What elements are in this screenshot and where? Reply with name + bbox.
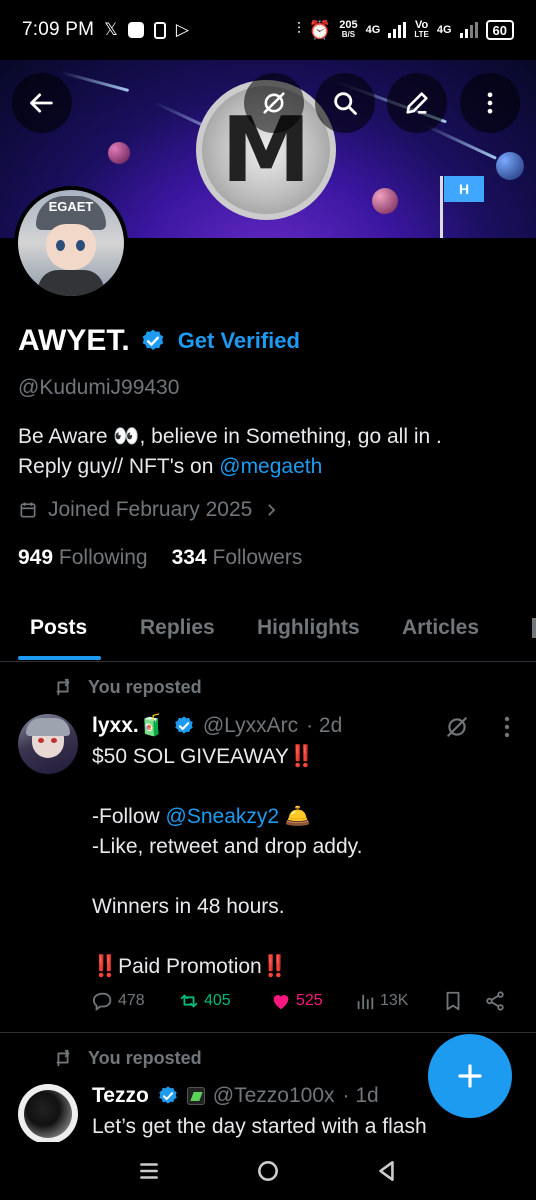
post-line: Winners in 48 hours.: [92, 895, 285, 918]
repost-indicator: You reposted: [52, 1047, 202, 1069]
post-line: ‼️Paid Promotion‼️: [92, 955, 288, 978]
post-time: · 1d: [342, 1084, 379, 1107]
get-verified-link[interactable]: Get Verified: [178, 328, 300, 354]
plus-icon: [458, 1064, 482, 1088]
joined-date: Joined February 2025: [48, 498, 253, 521]
post-header: Tezzo @Tezzo100x · 1d: [92, 1084, 379, 1108]
post-author-handle[interactable]: @LyxxArc: [203, 714, 298, 738]
profile-avatar[interactable]: EGAET: [14, 186, 128, 300]
post-time: · 2d: [306, 714, 343, 737]
alarm-icon: ⏰: [308, 19, 332, 40]
bio-mention-link[interactable]: @megaeth: [219, 455, 322, 478]
post-line: -Follow @Sneakzy2 🛎️: [92, 805, 312, 828]
battery-indicator: 60: [485, 20, 514, 40]
x-logo-icon: 𝕏: [104, 20, 118, 39]
profile-handle: @KudumiJ99430: [18, 376, 180, 399]
post-text: $50 SOL GIVEAWAY‼️ -Follow @Sneakzy2 🛎️ …: [92, 742, 492, 982]
post-line: $50 SOL GIVEAWAY‼️: [92, 745, 316, 768]
more-button[interactable]: [460, 73, 520, 133]
following-link[interactable]: 949 Following: [18, 546, 148, 570]
system-nav-bar: [0, 1142, 536, 1200]
joined-row[interactable]: Joined February 2025: [18, 498, 280, 522]
back-triangle-icon[interactable]: [374, 1158, 400, 1184]
repost-icon: [180, 994, 198, 1008]
post-header: lyxx.🧃 @LyxxArc · 2d: [92, 714, 342, 738]
edit-button[interactable]: [387, 73, 447, 133]
compose-post-button[interactable]: [428, 1034, 512, 1118]
vibrate-icon: ⫶: [296, 21, 301, 38]
followers-link[interactable]: 334 Followers: [172, 546, 303, 570]
post-author-name[interactable]: Tezzo: [92, 1084, 149, 1108]
share-button[interactable]: [484, 990, 506, 1012]
grok-icon[interactable]: [444, 714, 470, 740]
bookmark-button[interactable]: [442, 990, 464, 1012]
post-author-name[interactable]: lyxx.🧃: [92, 714, 165, 738]
profile-name-row: AWYET. Get Verified: [18, 324, 300, 358]
volte-badge: Vo LTE: [414, 19, 429, 40]
flag-graphic: H: [440, 176, 484, 238]
post-text: Let’s get the day started with a flash: [92, 1112, 492, 1142]
like-button[interactable]: 525: [270, 990, 323, 1012]
search-button[interactable]: [315, 73, 375, 133]
more-vertical-icon: [487, 92, 493, 114]
verified-badge-icon: [175, 716, 193, 734]
avatar[interactable]: [18, 1084, 78, 1144]
network-type-2: 4G: [436, 24, 452, 36]
network-speed: 205 B/S: [339, 19, 358, 40]
arrow-left-icon: [30, 93, 53, 113]
search-icon: [334, 92, 357, 115]
bookmark-icon: [446, 991, 460, 1011]
views-button[interactable]: 13K: [354, 990, 408, 1012]
app-square-icon: [127, 22, 144, 38]
profile-bio: Be Aware 👀, believe in Something, go all…: [18, 422, 518, 482]
network-type-1: 4G: [365, 24, 381, 36]
reply-button[interactable]: 478: [92, 990, 145, 1012]
status-bar: 7:09 PM 𝕏 ▷ ⫶ ⏰ 205 B/S 4G Vo LTE 4G 60: [0, 0, 536, 60]
verified-badge-icon: [159, 1086, 177, 1104]
post-mention-link[interactable]: @Sneakzy2: [166, 805, 280, 828]
tab-articles[interactable]: Articles: [402, 616, 479, 640]
repost-icon: [56, 1049, 70, 1067]
repost-icon: [56, 678, 70, 696]
tab-posts[interactable]: Posts: [30, 616, 87, 640]
more-dots-icon[interactable]: [504, 716, 510, 738]
back-button[interactable]: [12, 73, 72, 133]
grok-icon: [263, 92, 285, 114]
play-icon: ▷: [175, 20, 189, 39]
post-line: Let’s get the day started with a flash: [92, 1115, 427, 1138]
tab-highlights[interactable]: Highlights: [257, 616, 360, 640]
follow-stats: 949 Following 334 Followers: [18, 546, 302, 570]
share-icon: [486, 991, 504, 1011]
post-line: -Like, retweet and drop addy.: [92, 835, 363, 858]
signal-icon-2: [459, 22, 478, 38]
status-time: 7:09 PM: [22, 19, 95, 40]
signal-icon: [388, 22, 407, 38]
calendar-icon: [20, 502, 36, 518]
affiliate-badge-icon: [186, 1087, 205, 1105]
recents-menu-icon[interactable]: [136, 1158, 162, 1184]
post-divider: [0, 1032, 536, 1033]
tab-overflow-indicator: [532, 618, 536, 638]
views-chart-icon: [357, 994, 374, 1010]
reply-icon: [92, 992, 112, 1012]
bio-line-1: Be Aware 👀, believe in Something, go all…: [18, 425, 442, 448]
verified-badge-icon: [142, 329, 163, 350]
home-circle-icon[interactable]: [255, 1158, 281, 1184]
avatar[interactable]: [18, 714, 78, 774]
active-tab-indicator: [18, 656, 101, 660]
profile-tabs: Posts Replies Highlights Articles: [0, 600, 536, 662]
post-author-handle[interactable]: @Tezzo100x: [213, 1084, 335, 1108]
tab-replies[interactable]: Replies: [140, 616, 215, 640]
bio-line-2: Reply guy// NFT's on @megaeth: [18, 455, 323, 478]
display-name: AWYET.: [18, 324, 130, 357]
grok-button[interactable]: [244, 73, 304, 133]
repost-button[interactable]: 405: [178, 990, 231, 1012]
repost-indicator: You reposted: [52, 676, 202, 698]
chevron-right-icon: [268, 504, 276, 516]
heart-icon: [273, 995, 289, 1010]
phone-icon: [153, 21, 166, 39]
pencil-icon: [406, 92, 428, 114]
